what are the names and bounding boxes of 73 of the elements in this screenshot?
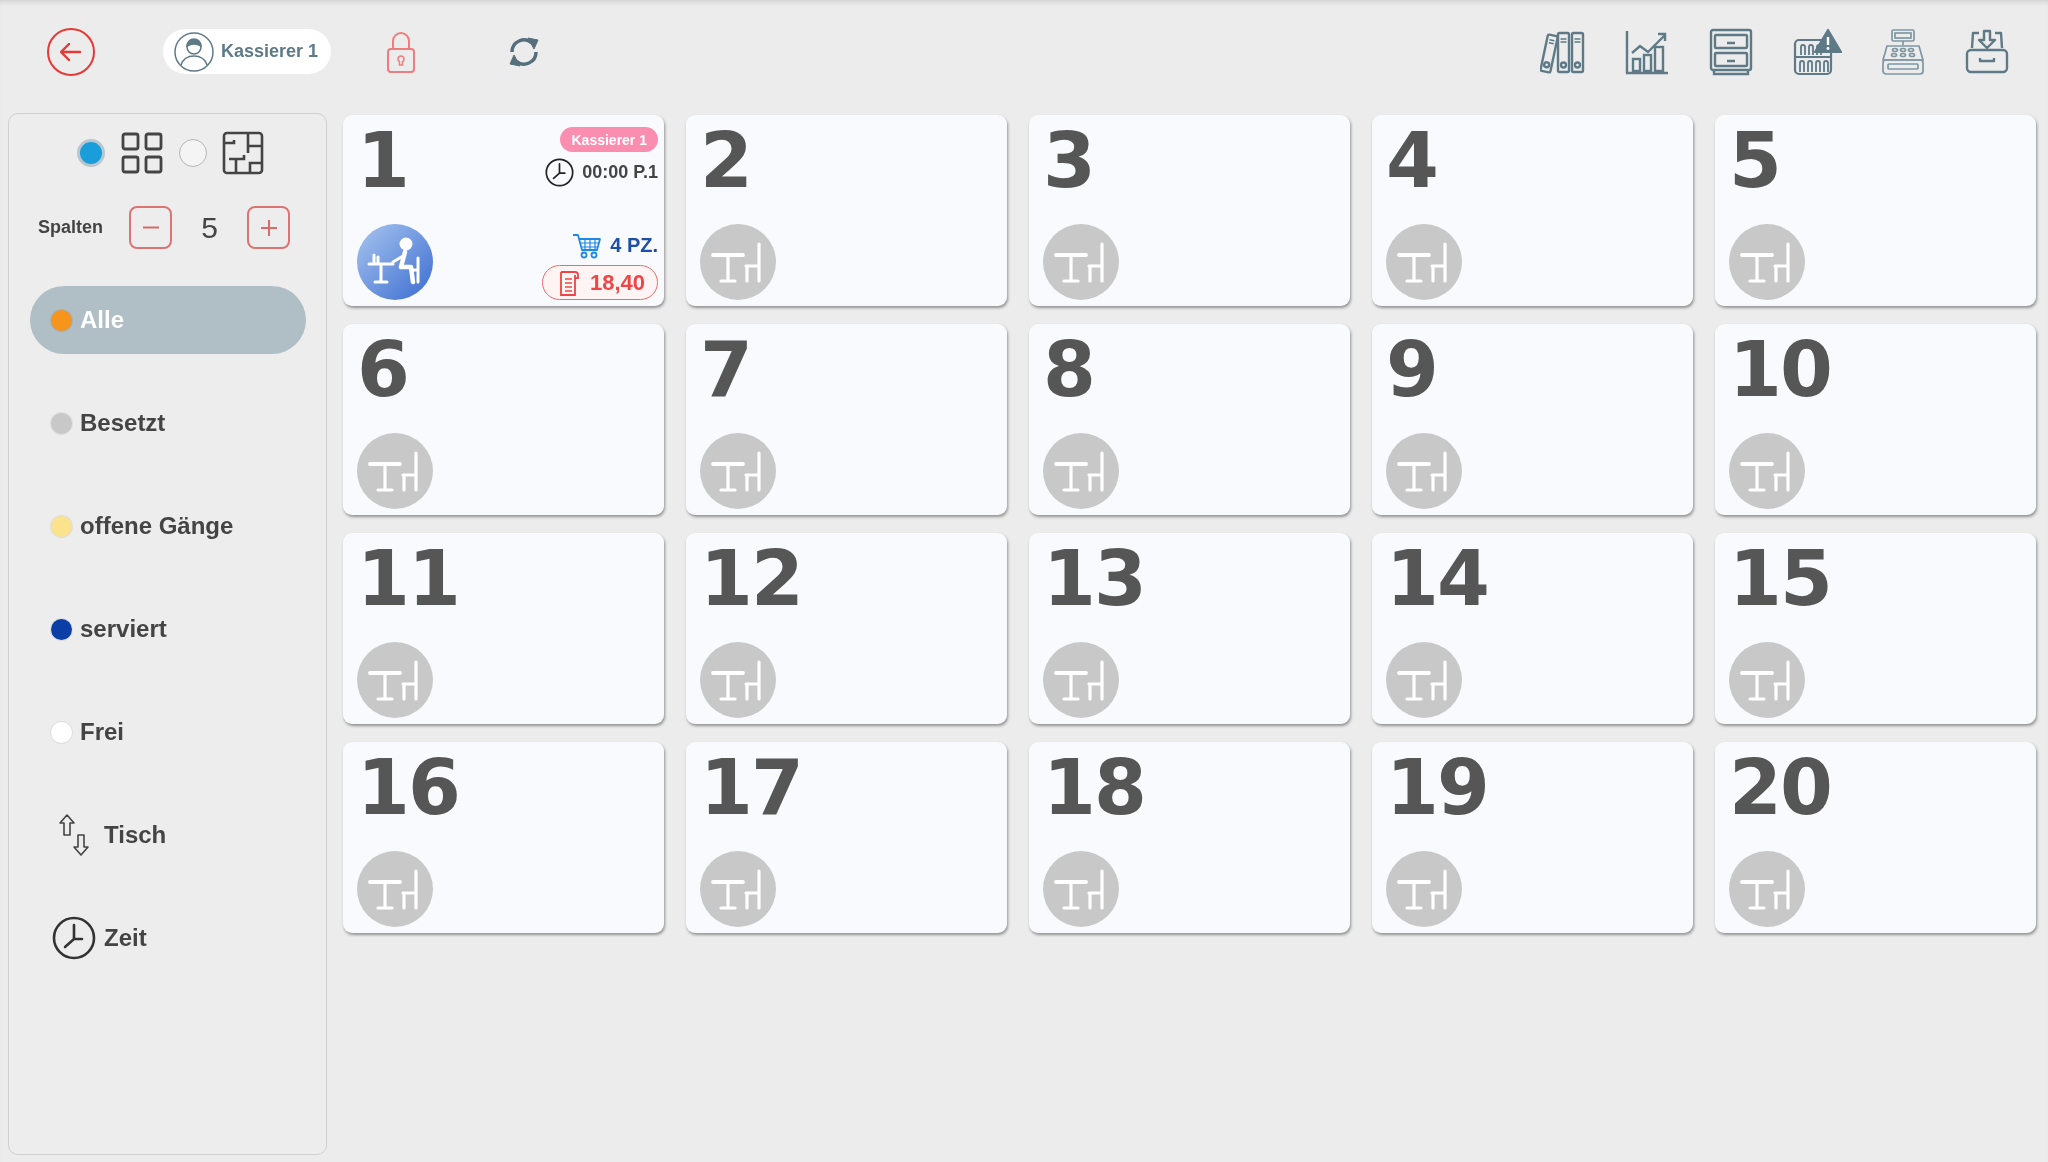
table-number: 13 [1043, 541, 1145, 617]
filter-item[interactable]: serviert [51, 613, 169, 645]
filter-item[interactable]: Besetzt [51, 407, 168, 439]
avatar-icon [174, 31, 214, 72]
table-card[interactable]: 6 [343, 324, 664, 515]
table-card[interactable]: 7 [686, 324, 1007, 515]
table-number: 11 [357, 541, 459, 617]
total-amount: 18,40 [589, 269, 645, 296]
table-card[interactable]: 20 [1715, 742, 2036, 933]
table-number: 3 [1043, 123, 1094, 199]
swap-arrows-icon [57, 813, 90, 857]
table-card[interactable]: 16 [343, 742, 664, 933]
filter-item[interactable]: offene Gänge [51, 510, 236, 542]
columns-label: Spalten [38, 217, 101, 238]
cabinet-icon[interactable] [1708, 27, 1754, 76]
increase-button[interactable] [247, 206, 290, 249]
minus-icon [141, 226, 160, 229]
table-card[interactable]: 15 [1715, 533, 2036, 724]
sort-item[interactable]: Zeit [51, 916, 149, 960]
radio-button[interactable] [179, 139, 207, 167]
table-number: 7 [700, 332, 751, 408]
table-number: 12 [700, 541, 802, 617]
table-number: 14 [1386, 541, 1488, 617]
clock-icon [51, 916, 96, 960]
table-number: 16 [357, 750, 459, 826]
grid-icon [120, 131, 164, 175]
decrease-button[interactable] [129, 206, 172, 249]
back-button[interactable] [47, 27, 95, 76]
table-card[interactable]: 14 [1372, 533, 1693, 724]
shelf-warning-icon[interactable] [1792, 27, 1842, 76]
table-number: 9 [1386, 332, 1437, 408]
table-card[interactable]: 13 [1029, 533, 1350, 724]
floorplan-icon [222, 131, 264, 175]
table-card[interactable]: 19 [1372, 742, 1693, 933]
table-number: 15 [1729, 541, 1831, 617]
table-card[interactable]: 8 [1029, 324, 1350, 515]
table-card[interactable]: 17 [686, 742, 1007, 933]
table-card[interactable]: 12 [686, 533, 1007, 724]
table-card[interactable]: 5 [1715, 115, 2036, 306]
filter-item[interactable]: Frei [51, 716, 126, 748]
table-card[interactable]: 4 [1372, 115, 1693, 306]
table-number: 2 [700, 123, 751, 199]
table-number: 10 [1729, 332, 1831, 408]
table-card[interactable]: 10 [1715, 324, 2036, 515]
plus-icon [259, 218, 278, 237]
table-card[interactable]: 11 [343, 533, 664, 724]
inbox-download-icon[interactable] [1964, 27, 2010, 76]
cashier-tag: Kassierer 1 [560, 127, 658, 152]
table-card[interactable]: 18 [1029, 742, 1350, 933]
table-number: 17 [700, 750, 802, 826]
table-number: 20 [1729, 750, 1831, 826]
clock-icon [545, 158, 575, 187]
table-card[interactable]: 2 [686, 115, 1007, 306]
table-card[interactable]: 1 Kassierer 1 00:00 P.1 4 PZ. 18,40 [343, 115, 664, 306]
table-number: 4 [1386, 123, 1437, 199]
table-number: 6 [357, 332, 408, 408]
sort-item[interactable]: Tisch [51, 813, 169, 857]
radio-button[interactable] [77, 139, 105, 167]
table-card[interactable]: 9 [1372, 324, 1693, 515]
cart-icon [572, 232, 603, 259]
item-count: 4 PZ. [610, 234, 658, 257]
table-number: 18 [1043, 750, 1145, 826]
table-number: 8 [1043, 332, 1094, 408]
column-count: 5 [200, 210, 219, 245]
table-number: 5 [1729, 123, 1780, 199]
table-number: 1 [357, 123, 408, 199]
order-time: 00:00 P.1 [582, 162, 658, 183]
table-card[interactable]: 3 [1029, 115, 1350, 306]
lock-icon[interactable] [386, 29, 417, 74]
table-number: 19 [1386, 750, 1488, 826]
user-button[interactable]: Kassierer 1 [163, 29, 332, 74]
arrow-left-icon [60, 42, 82, 61]
cash-register-icon[interactable] [1880, 27, 1926, 76]
